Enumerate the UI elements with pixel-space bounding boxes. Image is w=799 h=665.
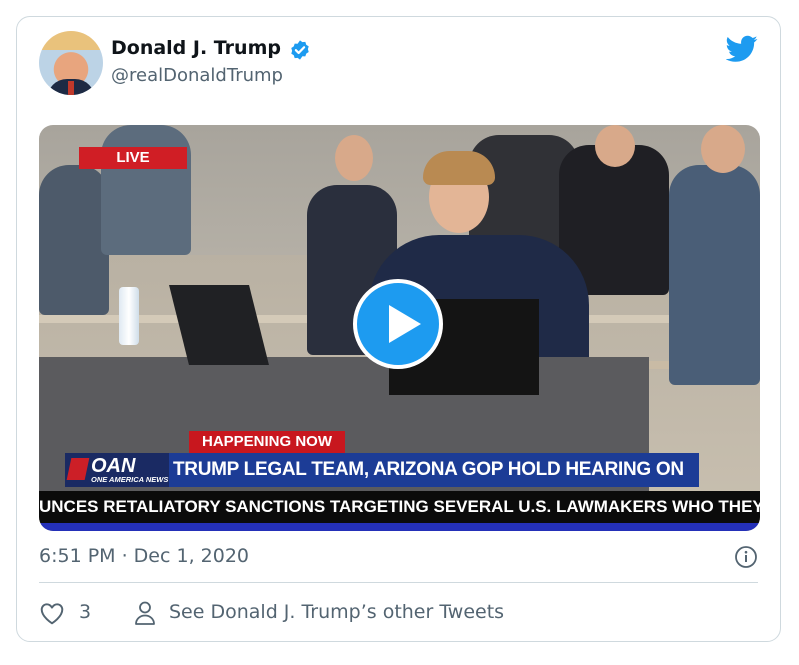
- oan-logo: OAN ONE AMERICA NEWS: [65, 453, 169, 487]
- tweet-card[interactable]: Donald J. Trump @realDonaldTrump LIVE HA…: [16, 16, 781, 642]
- oan-network-name: ONE AMERICA NEWS: [91, 475, 169, 484]
- ticker-bar: [39, 523, 760, 531]
- tweet-timestamp[interactable]: 6:51 PM · Dec 1, 2020: [39, 545, 249, 567]
- video-head: [701, 125, 745, 173]
- see-other-tweets-link[interactable]: See Donald J. Trump’s other Tweets: [169, 601, 504, 623]
- avatar-tie: [68, 81, 74, 95]
- video-player[interactable]: LIVE HAPPENING NOW OAN ONE AMERICA NEWS …: [39, 125, 760, 531]
- news-ticker: UNCES RETALIATORY SANCTIONS TARGETING SE…: [39, 491, 760, 523]
- video-speaker-hair: [423, 151, 495, 185]
- video-person: [669, 165, 760, 385]
- live-badge: LIVE: [79, 147, 187, 169]
- video-head: [595, 125, 635, 167]
- twitter-bird-icon[interactable]: [726, 35, 758, 63]
- display-name[interactable]: Donald J. Trump: [111, 37, 281, 59]
- handle[interactable]: @realDonaldTrump: [111, 65, 283, 86]
- oan-flag-icon: [66, 458, 90, 480]
- heart-icon[interactable]: [39, 601, 65, 625]
- info-icon[interactable]: [734, 545, 758, 569]
- divider: [39, 582, 758, 583]
- verified-badge-icon: [291, 40, 309, 60]
- video-headline: TRUMP LEGAL TEAM, ARIZONA GOP HOLD HEARI…: [173, 459, 684, 514]
- video-person: [39, 165, 109, 315]
- video-head: [335, 135, 373, 181]
- video-person: [101, 125, 191, 255]
- happening-now-banner: HAPPENING NOW: [189, 431, 345, 453]
- avatar[interactable]: [39, 31, 103, 95]
- video-water-bottle: [119, 287, 139, 345]
- play-icon[interactable]: [353, 279, 443, 369]
- like-count[interactable]: 3: [79, 601, 91, 623]
- person-icon[interactable]: [133, 600, 157, 626]
- play-triangle: [389, 305, 421, 343]
